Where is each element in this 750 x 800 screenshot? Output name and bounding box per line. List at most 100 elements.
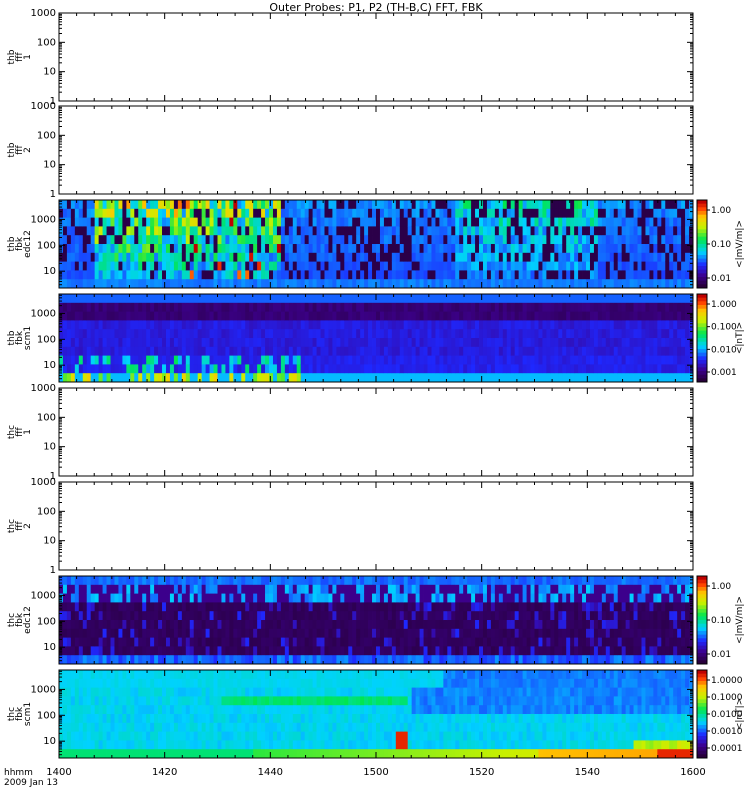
spectrogram-cell (162, 329, 167, 339)
spectrogram-cell (518, 226, 524, 236)
spectrogram-cell (482, 270, 488, 280)
spectrogram-cell (98, 373, 103, 383)
spectrogram-cell (150, 226, 155, 236)
spectrogram-cell (110, 244, 115, 254)
spectrogram-cell (336, 235, 341, 245)
spectrogram-cell (344, 611, 349, 621)
spectrogram-cell (455, 235, 460, 245)
spectrogram-cell (364, 252, 369, 262)
spectrogram-cell (288, 628, 294, 638)
spectrogram-cell (681, 294, 686, 304)
spectrogram-cell (245, 646, 250, 656)
spectrogram-cell (288, 584, 294, 594)
spectrogram-cell (494, 355, 500, 365)
spectrogram-cell (237, 346, 242, 356)
spectrogram-cell (165, 602, 171, 612)
spectrogram-cell (296, 646, 302, 656)
spectrogram-cell (122, 320, 127, 330)
spectrogram-cell (589, 329, 595, 339)
spectrogram-cell (336, 602, 341, 612)
spectrogram-cell (605, 338, 611, 348)
spectrogram-cell (498, 355, 504, 365)
spectrogram-cell (245, 208, 250, 218)
spectrogram-cell (189, 611, 195, 621)
spectrogram-cell (288, 311, 294, 321)
spectrogram-cell (506, 373, 512, 383)
spectrogram-cell (253, 346, 258, 356)
spectrogram-cell (59, 208, 64, 218)
spectrogram-cell (403, 655, 409, 665)
spectrogram-cell (574, 373, 579, 383)
spectrogram-cell (589, 320, 595, 330)
spectrogram-cell (70, 252, 76, 262)
spectrogram-cell (70, 620, 76, 630)
spectrogram-cell (486, 200, 492, 210)
spectrogram-cell (348, 346, 353, 356)
spectrogram-cell (546, 270, 551, 280)
spectrogram-cell (475, 373, 480, 383)
spectrogram-cell (312, 655, 317, 665)
spectrogram-cell (431, 302, 436, 312)
spectrogram-cell (225, 646, 230, 656)
spectrogram-cell (237, 593, 242, 603)
spectrogram-cell (562, 302, 567, 312)
spectrogram-cell (645, 270, 650, 280)
spectrogram-cell (344, 311, 349, 321)
spectrogram-cell (312, 364, 317, 374)
spectrogram-cell (74, 235, 80, 245)
spectrogram-cell (419, 252, 424, 262)
spectrogram-cell (681, 302, 686, 312)
colorbar-swatch (697, 277, 707, 282)
spectrogram-cell (193, 620, 199, 630)
spectrogram-cell (237, 338, 242, 348)
spectrogram-cell (118, 373, 123, 383)
spectrogram-cell (308, 655, 313, 665)
spectrogram-cell (205, 252, 210, 262)
spectrogram-cell (201, 584, 207, 594)
spectrogram-cell (86, 302, 92, 312)
spectrogram-cell (146, 217, 151, 227)
spectrogram-cell (300, 252, 306, 262)
spectrogram-cell (475, 302, 480, 312)
spectrogram-cell (589, 217, 595, 227)
spectrogram-cell (66, 261, 72, 271)
spectrogram-cell (86, 620, 92, 630)
colorbar-swatch (697, 305, 707, 310)
spectrogram-cell (415, 279, 420, 289)
spectrogram-cell (130, 226, 135, 236)
spectrogram-cell (312, 279, 317, 289)
spectrogram-cell (284, 646, 290, 656)
spectrogram-cell (82, 576, 88, 586)
spectrogram-cell (217, 329, 222, 339)
spectrogram-cell (554, 373, 559, 383)
spectrogram-cell (403, 294, 409, 304)
spectrogram-cell (387, 226, 393, 236)
spectrogram-cell (138, 217, 143, 227)
spectrogram-cell (324, 364, 329, 374)
spectrogram-cell (368, 329, 373, 339)
spectrogram-cell (312, 346, 317, 356)
spectrogram-cell (142, 576, 147, 586)
spectrogram-cell (308, 261, 313, 271)
spectrogram-cell (197, 329, 203, 339)
spectrogram-cell (86, 208, 92, 218)
spectrogram-cell (439, 311, 444, 321)
spectrogram-cell (395, 576, 401, 586)
spectrogram-cell (486, 244, 492, 254)
spectrogram-cell (221, 346, 226, 356)
spectrogram-cell (681, 217, 686, 227)
spectrogram-cell (415, 252, 420, 262)
spectrogram-cell (653, 311, 658, 321)
spectrogram-cell (185, 611, 191, 621)
spectrogram-cell (447, 373, 452, 383)
spectrogram-cell (86, 576, 92, 586)
spectrogram-cell (376, 252, 381, 262)
spectrogram-cell (257, 646, 262, 656)
spectrogram-cell (653, 329, 658, 339)
spectrogram-cell (249, 270, 254, 280)
spectrogram-cell (158, 252, 163, 262)
spectrogram-cell (340, 329, 345, 339)
spectrogram-cell (332, 217, 337, 227)
spectrogram-cell (395, 637, 401, 647)
spectrogram-cell (514, 355, 520, 365)
